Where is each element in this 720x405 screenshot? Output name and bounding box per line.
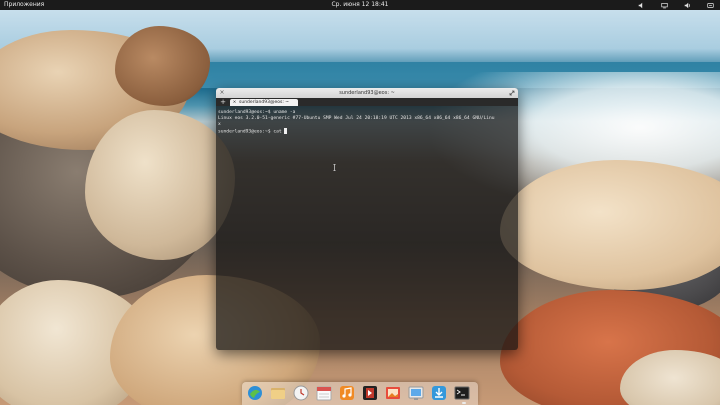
tab-close-icon[interactable]: × xyxy=(232,99,237,106)
tab-terminal[interactable]: × sunderland93@eos: ~ xyxy=(230,99,298,106)
midori-icon[interactable] xyxy=(247,385,263,401)
wallpaper-rock xyxy=(85,110,235,260)
terminal-icon[interactable] xyxy=(454,385,470,401)
calendar-icon[interactable] xyxy=(316,385,332,401)
running-app-indicator xyxy=(462,402,466,404)
system-settings-icon[interactable] xyxy=(408,385,424,401)
files-icon[interactable] xyxy=(270,385,286,401)
tab-label: sunderland93@eos: ~ xyxy=(239,100,290,105)
system-tray xyxy=(638,0,714,10)
sound-icon[interactable] xyxy=(684,2,691,9)
ibeam-cursor-icon xyxy=(333,164,336,171)
window-title: sunderland93@eos: ~ xyxy=(339,90,395,96)
window-titlebar[interactable]: × sunderland93@eos: ~ xyxy=(216,88,518,98)
wallpaper-rock xyxy=(115,26,210,106)
terminal-prompt-line[interactable]: sunderland93@eos:~$ cat xyxy=(218,128,516,135)
music-icon[interactable] xyxy=(339,385,355,401)
clock-icon[interactable] xyxy=(293,385,309,401)
software-center-icon[interactable] xyxy=(431,385,447,401)
dock xyxy=(242,382,478,405)
speaker-icon[interactable] xyxy=(638,2,645,9)
network-icon[interactable] xyxy=(661,2,668,9)
new-tab-button[interactable]: + xyxy=(219,98,227,106)
tab-bar: + × sunderland93@eos: ~ xyxy=(216,98,518,106)
top-panel: Приложения Ср. июня 12 18:41 xyxy=(0,0,720,10)
maximize-icon[interactable] xyxy=(509,90,515,96)
terminal-output[interactable]: sunderland93@eos:~$ uname -a Linux eos 3… xyxy=(216,108,518,136)
photos-icon[interactable] xyxy=(385,385,401,401)
terminal-window[interactable]: × sunderland93@eos: ~ + × sunderland93@e… xyxy=(216,88,518,350)
power-icon[interactable] xyxy=(707,2,714,9)
video-icon[interactable] xyxy=(362,385,378,401)
terminal-prompt: sunderland93@eos:~$ cat xyxy=(218,129,285,135)
terminal-line: Linux eos 3.2.0-51-generic #77-Ubuntu SM… xyxy=(218,116,495,121)
clock-indicator[interactable]: Ср. июня 12 18:41 xyxy=(0,0,720,10)
text-cursor xyxy=(284,128,287,134)
